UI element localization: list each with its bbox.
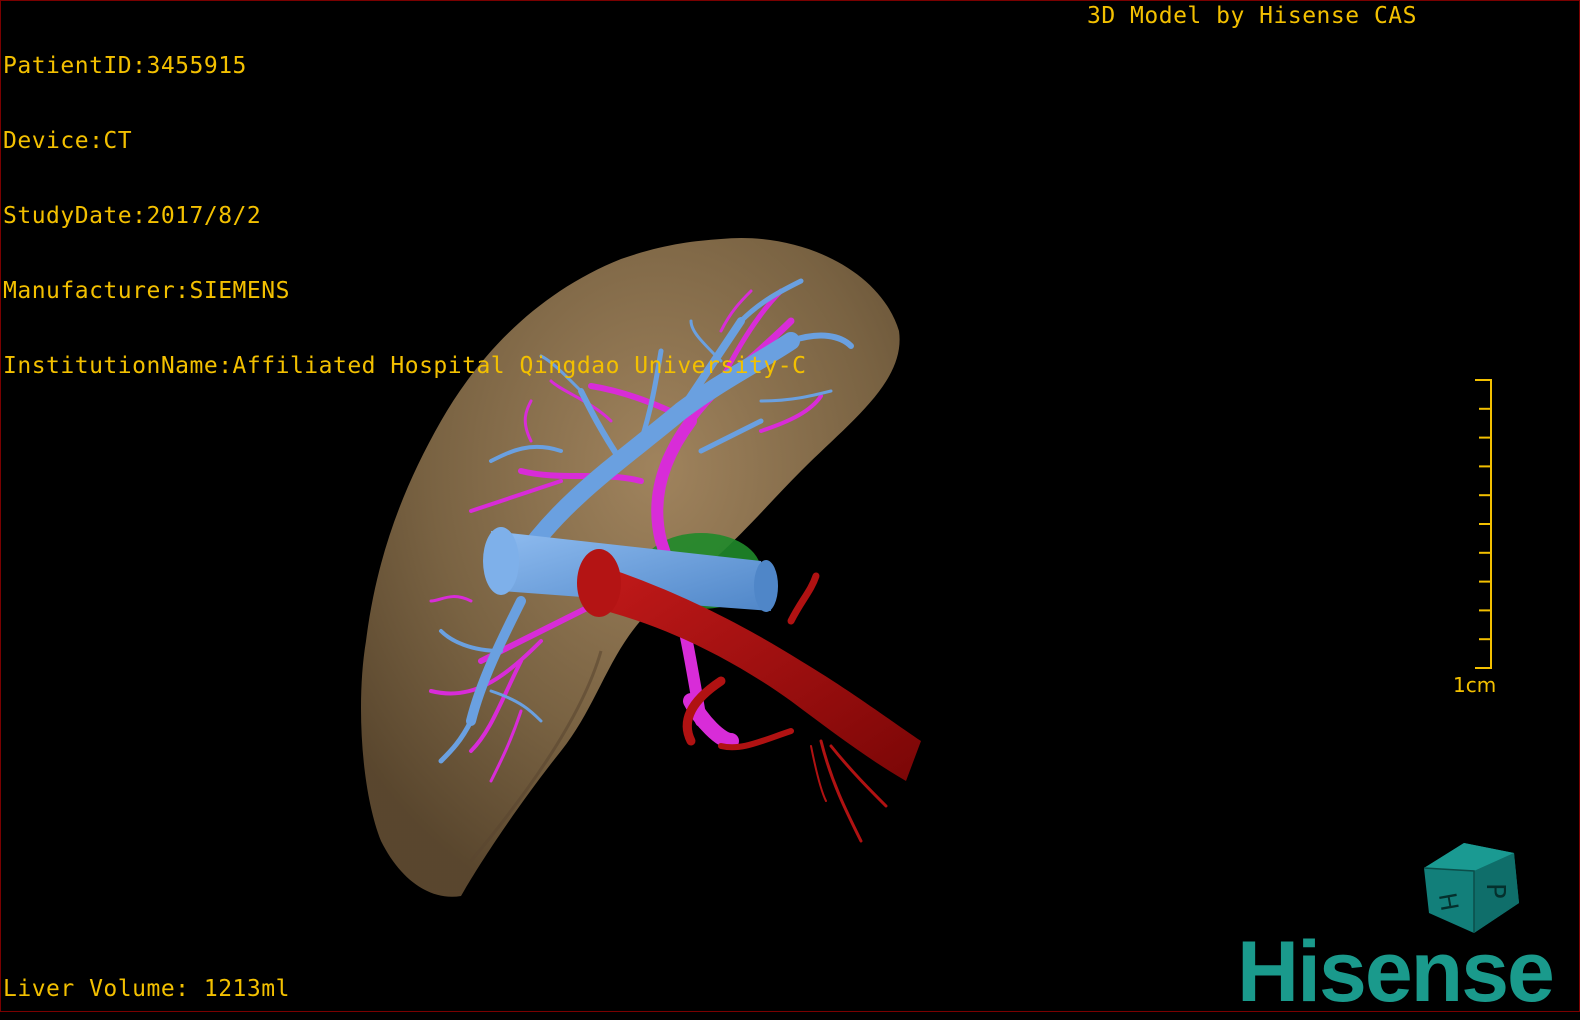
study-date-text: StudyDate:2017/8/2 (3, 203, 262, 229)
manufacturer-text: Manufacturer:SIEMENS (3, 278, 290, 304)
3d-viewport[interactable]: PatientID:3455915 Device:CT StudyDate:20… (0, 0, 1580, 1012)
liver-volume-text: Liver Volume: 1213ml (3, 976, 290, 1002)
model-caption: 3D Model by Hisense CAS (1087, 3, 1417, 29)
hisense-logo: Hisense (1237, 924, 1555, 1012)
institution-text: InstitutionName:Affiliated Hospital Qing… (3, 353, 807, 379)
scale-bar (1475, 379, 1492, 669)
patient-info-overlay: PatientID:3455915 Device:CT StudyDate:20… (3, 4, 806, 429)
scale-label: 1cm (1453, 673, 1497, 697)
device-text: Device:CT (3, 128, 133, 154)
patient-id-text: PatientID:3455915 (3, 53, 247, 79)
cube-face-p: P (1480, 883, 1510, 899)
